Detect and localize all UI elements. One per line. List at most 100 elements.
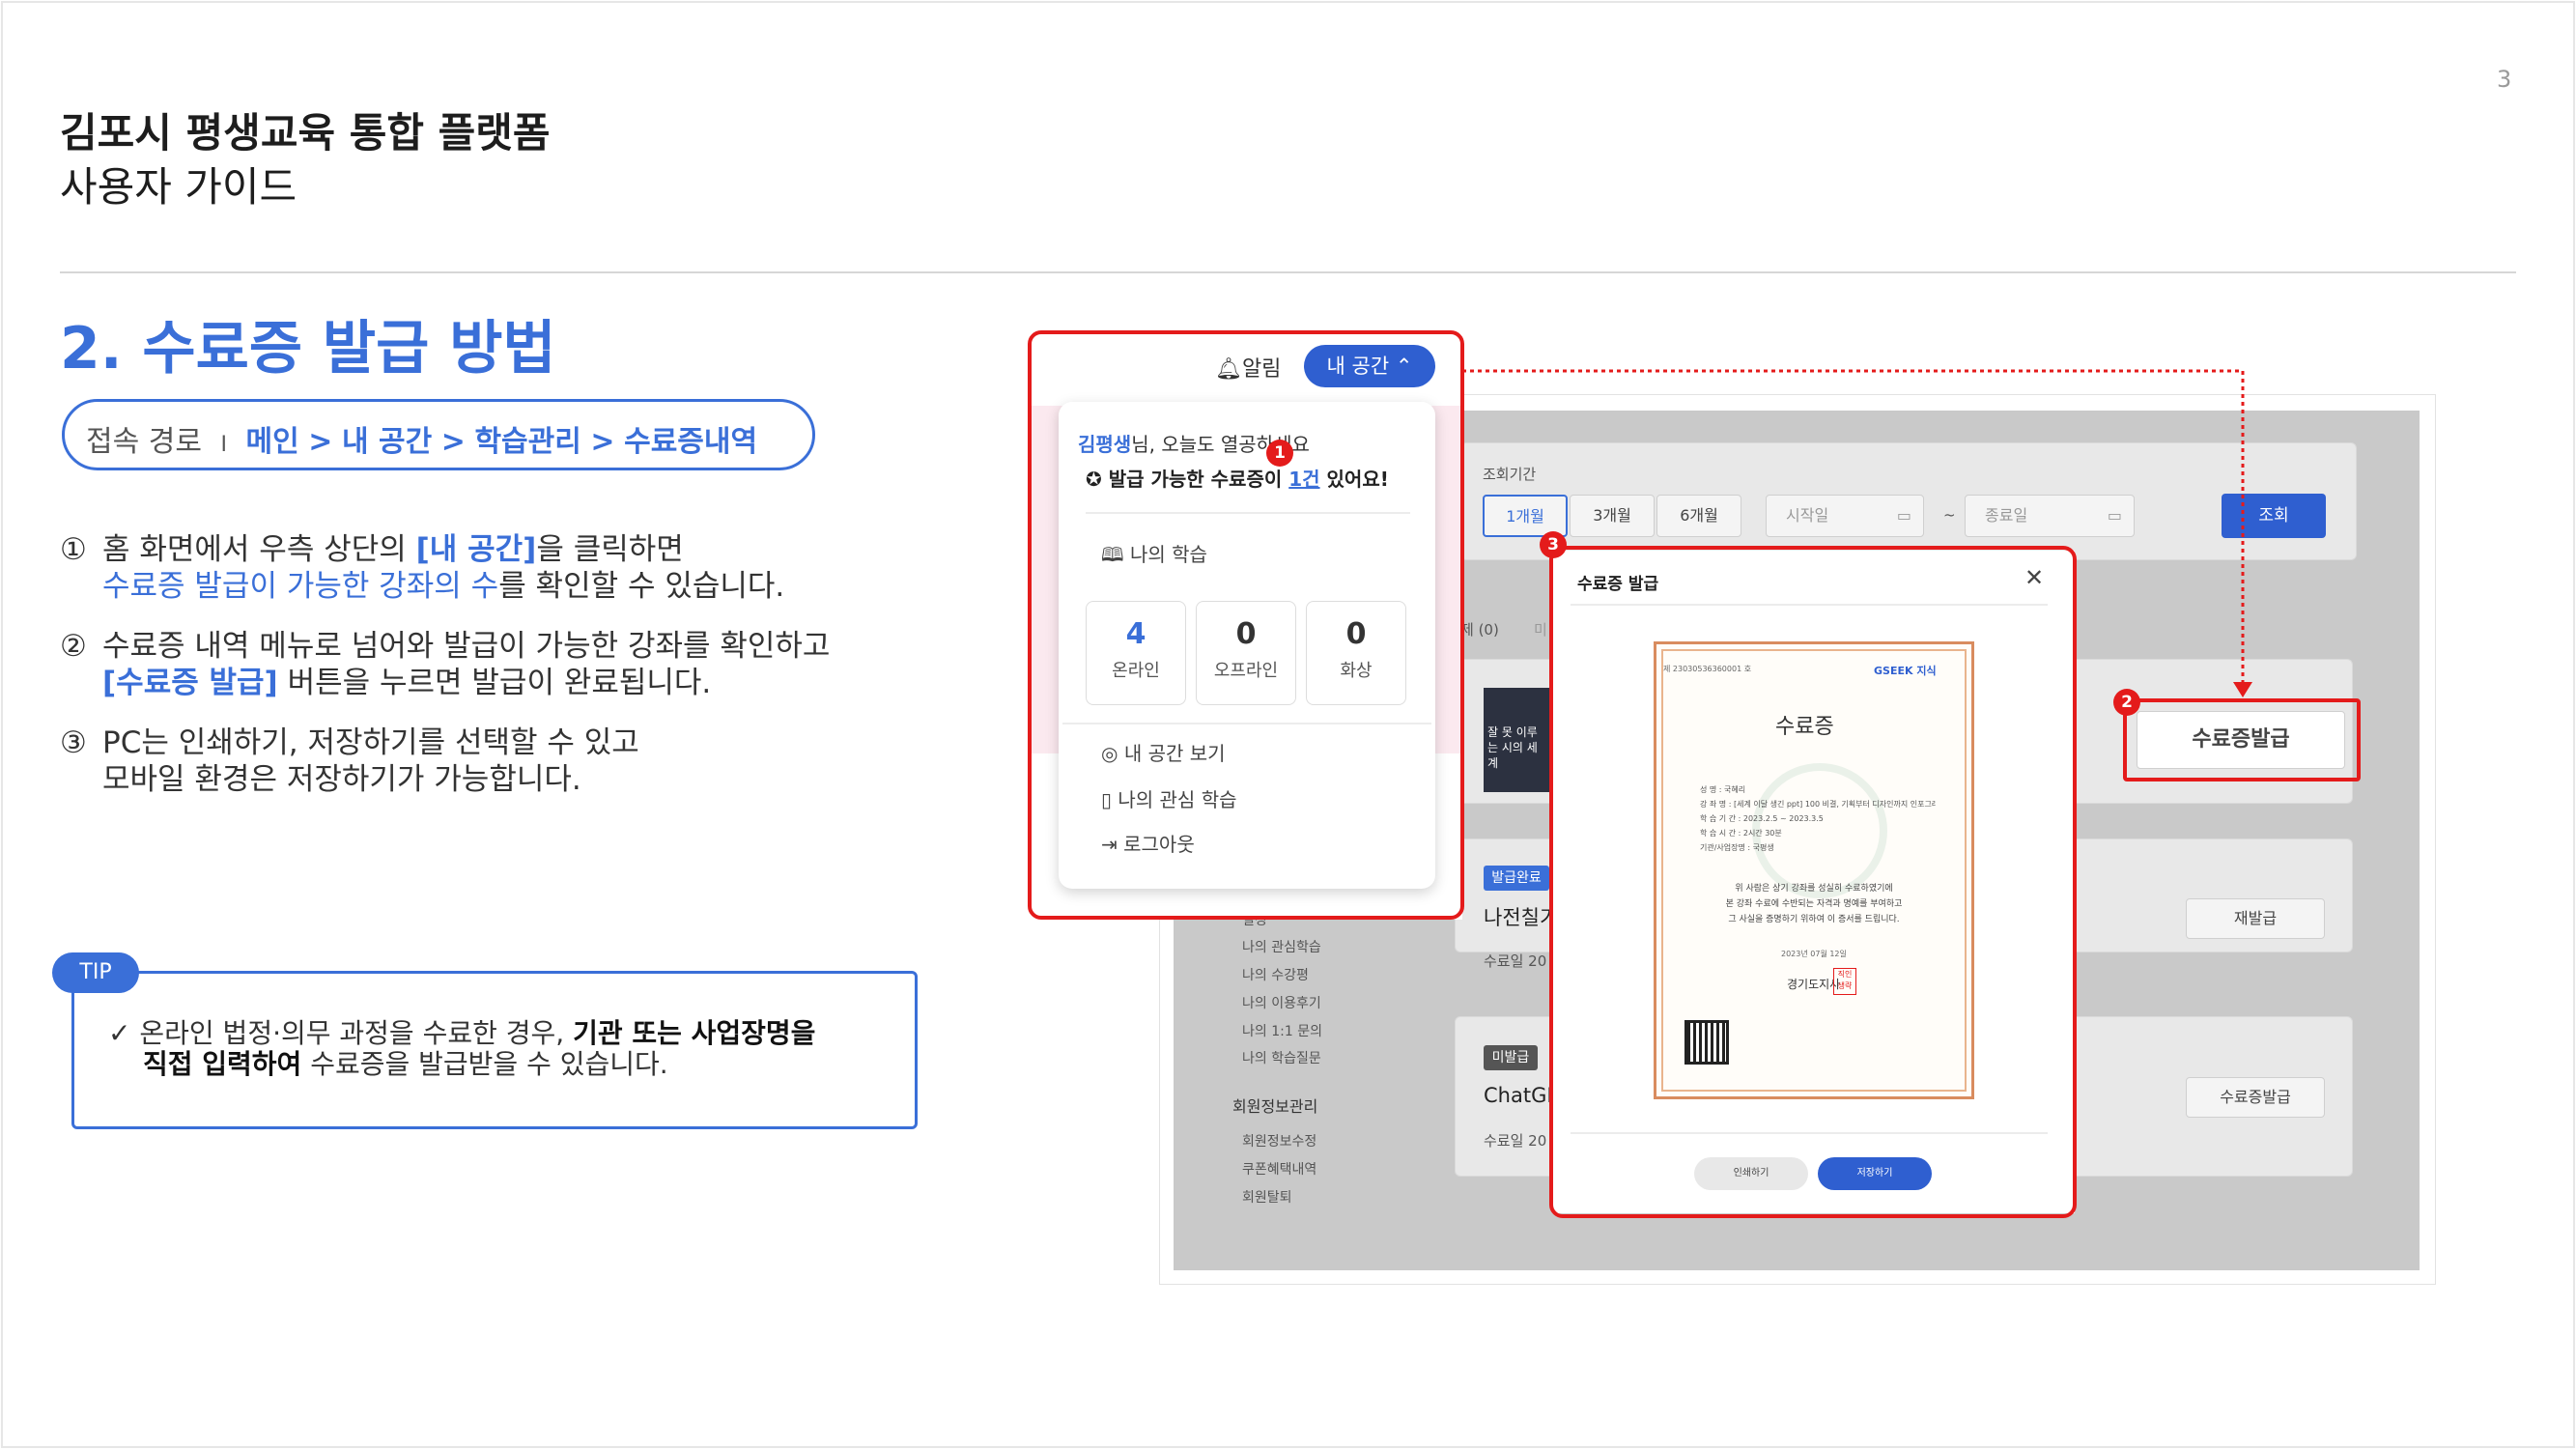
certificate-logo: GSEEK 지식 bbox=[1874, 665, 1937, 677]
stat-online[interactable]: 4 온라인 bbox=[1086, 601, 1186, 705]
status-badge: 미발급 bbox=[1484, 1045, 1538, 1070]
tip-text: ✓ 온라인 법정·의무 과정을 수료한 경우, 기관 또는 사업장명을 직접 입… bbox=[108, 1018, 815, 1080]
award-icon: ✪ bbox=[1086, 468, 1109, 491]
user-icon: ◎ bbox=[1101, 742, 1124, 765]
step-number: ② bbox=[60, 629, 87, 664]
stat-video[interactable]: 0 화상 bbox=[1306, 601, 1406, 705]
issue-certificate-button[interactable]: 수료증발급 bbox=[2186, 1077, 2325, 1118]
page-subtitle: 사용자 가이드 bbox=[60, 163, 297, 211]
tip-bold: 직접 입력하여 bbox=[143, 1048, 302, 1080]
side-menu-item[interactable]: 나의 이용후기 bbox=[1242, 993, 1321, 1012]
step-1: ① 홈 화면에서 우측 상단의 [내 공간]을 클릭하면 수료증 발급이 가능한 … bbox=[60, 531, 784, 605]
stat-value: 0 bbox=[1345, 617, 1367, 651]
cert-count[interactable]: 1건 bbox=[1288, 468, 1319, 491]
qr-code-icon bbox=[1684, 1020, 1729, 1065]
course-title: 나전칠기 bbox=[1484, 906, 1559, 929]
side-menu-item[interactable]: 쿠폰혜택내역 bbox=[1242, 1159, 1316, 1179]
side-menu-item[interactable]: 나의 학습질문 bbox=[1242, 1048, 1321, 1067]
side-menu-item[interactable]: 나의 관심학습 bbox=[1242, 937, 1321, 956]
course-date: 수료일 20 bbox=[1484, 1132, 1547, 1150]
crumb-main: 메인 bbox=[245, 425, 299, 459]
menu-myspace[interactable]: ◎ 내 공간 보기 bbox=[1101, 738, 1226, 766]
stat-value: 4 bbox=[1125, 617, 1146, 651]
stat-label: 화상 bbox=[1340, 661, 1373, 681]
divider bbox=[1571, 604, 2048, 606]
step-number: ① bbox=[60, 532, 87, 567]
stat-label: 오프라인 bbox=[1213, 661, 1279, 681]
book-icon: 🕮︎ bbox=[1101, 543, 1130, 566]
divider bbox=[60, 271, 2516, 273]
issue-certificate-button-highlighted[interactable]: 수료증발급 bbox=[2137, 711, 2345, 769]
cert-body-line: 위 사람은 상기 강좌를 성실히 수료하였기에 bbox=[1735, 884, 1893, 894]
menu-label: 나의 관심 학습 bbox=[1118, 788, 1237, 811]
cert-body-line: 본 강좌 수료에 수반되는 자격과 명예를 부여하고 bbox=[1725, 899, 1903, 909]
step-highlight: [내 공간] bbox=[415, 532, 537, 567]
bookmark-icon: ▯ bbox=[1101, 788, 1118, 811]
side-menu-item[interactable]: 나의 1:1 문의 bbox=[1242, 1021, 1322, 1040]
cert-field: 학 습 시 간 : 2시간 30분 bbox=[1700, 829, 1782, 838]
crumb-myspace: 내 공간 bbox=[341, 425, 433, 459]
side-section-title: 회원정보관리 bbox=[1232, 1097, 1318, 1116]
step-text: 버튼을 누르면 발급이 완료됩니다. bbox=[277, 666, 712, 700]
cert-field: 강 좌 명 : [세계 이달 생긴 ppt] 100 비결, 기획부터 디자인까… bbox=[1700, 800, 1936, 809]
marker-3: 3 bbox=[1540, 531, 1567, 558]
divider bbox=[1086, 512, 1410, 514]
crumb-sep: > bbox=[308, 425, 333, 459]
stat-value: 0 bbox=[1235, 617, 1257, 651]
divider bbox=[1062, 723, 1431, 724]
step-text: 홈 화면에서 우측 상단의 bbox=[102, 532, 416, 567]
certificate-body: 위 사람은 상기 강좌를 성실히 수료하였기에 본 강좌 수료에 수반되는 자격… bbox=[1692, 881, 1936, 927]
step-highlight: [수료증 발급] bbox=[102, 666, 278, 700]
page-number: 3 bbox=[2497, 66, 2512, 93]
menu-interests[interactable]: ▯ 나의 관심 학습 bbox=[1101, 784, 1237, 812]
print-button[interactable]: 인쇄하기 bbox=[1694, 1157, 1808, 1190]
step-highlight: 수료증 발급이 가능한 강좌의 수 bbox=[102, 569, 499, 604]
certificate-issuer: 경기도지사 bbox=[1787, 978, 1841, 991]
logout-icon: ⇥ bbox=[1101, 833, 1124, 856]
certificate-stamp: 직인 생략 bbox=[1833, 968, 1856, 995]
modal-title: 수료증 발급 bbox=[1577, 575, 1659, 594]
cert-msg: 발급 가능한 수료증이 bbox=[1108, 468, 1289, 491]
tip-tag: TIP bbox=[52, 952, 139, 993]
step-text: 을 클릭하면 bbox=[536, 532, 684, 567]
save-button[interactable]: 저장하기 bbox=[1818, 1157, 1932, 1190]
stat-label: 온라인 bbox=[1112, 661, 1160, 681]
myspace-button[interactable]: 내 공간 ⌃ bbox=[1304, 345, 1435, 387]
menu-logout[interactable]: ⇥ 로그아웃 bbox=[1101, 829, 1195, 857]
step-text: 수료증 내역 메뉴로 넘어와 발급이 가능한 강좌를 확인하고 bbox=[102, 629, 831, 664]
user-name: 김평생 bbox=[1078, 433, 1132, 456]
status-badge: 발급완료 bbox=[1484, 866, 1549, 891]
crumb-certs: 수료증내역 bbox=[624, 425, 758, 459]
cert-msg: 있어요! bbox=[1319, 468, 1389, 491]
access-path: 접속 경로 I 메인 > 내 공간 > 학습관리 > 수료증내역 bbox=[62, 399, 815, 470]
tip-line: 온라인 법정·의무 과정을 수료한 경우, bbox=[139, 1017, 574, 1049]
notification-label: 알림 bbox=[1241, 357, 1282, 382]
certificate-title: 수료증 bbox=[1775, 715, 1834, 739]
certificate-date: 2023년 07월 12일 bbox=[1781, 950, 1847, 958]
cert-field: 성 명 : 국혜리 bbox=[1700, 785, 1746, 794]
crumb-learning: 학습관리 bbox=[474, 425, 581, 459]
bell-icon: 🔔︎ bbox=[1215, 357, 1242, 382]
divider bbox=[1571, 1132, 2048, 1134]
menu-label: 로그아웃 bbox=[1123, 833, 1195, 856]
my-learning-label: 나의 학습 bbox=[1129, 543, 1207, 566]
reissue-button[interactable]: 재발급 bbox=[2186, 898, 2325, 939]
stat-offline[interactable]: 0 오프라인 bbox=[1196, 601, 1296, 705]
side-menu-item[interactable]: 회원정보수정 bbox=[1242, 1131, 1316, 1151]
cert-field: 기관/사업장명 : 국평생 bbox=[1700, 843, 1774, 852]
my-learning[interactable]: 🕮︎ 나의 학습 bbox=[1101, 539, 1207, 574]
crumb-sep: > bbox=[440, 425, 466, 459]
side-menu-item[interactable]: 나의 수강평 bbox=[1242, 965, 1309, 984]
step-text: PC는 인쇄하기, 저장하기를 선택할 수 있고 bbox=[102, 725, 639, 760]
side-menu-item[interactable]: 회원탈퇴 bbox=[1242, 1187, 1292, 1207]
section-title: 2. 수료증 발급 방법 bbox=[60, 315, 556, 383]
cert-field: 학 습 기 간 : 2023.2.5 ~ 2023.3.5 bbox=[1700, 814, 1824, 823]
certificate-number: 제 23030536360001 호 bbox=[1663, 665, 1752, 673]
step-2: ② 수료증 내역 메뉴로 넘어와 발급이 가능한 강좌를 확인하고 [수료증 발급… bbox=[60, 628, 830, 701]
certificate-fields: 성 명 : 국혜리 강 좌 명 : [세계 이달 생긴 ppt] 100 비결,… bbox=[1700, 782, 1936, 855]
course-date: 수료일 20 bbox=[1484, 952, 1547, 970]
close-icon[interactable]: ✕ bbox=[2024, 564, 2044, 591]
notification-link[interactable]: 🔔︎알림 bbox=[1215, 352, 1281, 383]
course-title: ChatGP bbox=[1484, 1084, 1560, 1107]
tip-bold: 기관 또는 사업장명을 bbox=[573, 1017, 816, 1049]
